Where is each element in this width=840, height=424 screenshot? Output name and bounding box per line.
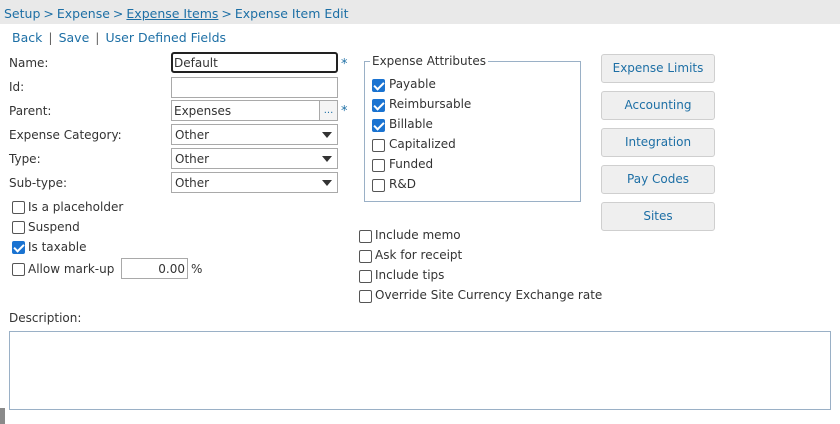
reimbursable-label: Reimbursable	[389, 97, 472, 111]
toolbar-separator: |	[48, 30, 53, 45]
include-tips-label: Include tips	[375, 268, 445, 282]
pay-codes-button[interactable]: Pay Codes	[601, 165, 715, 194]
type-select[interactable]: Other	[171, 148, 338, 169]
required-marker: *	[341, 57, 348, 72]
subtype-label: Sub-type:	[9, 176, 68, 190]
name-field[interactable]	[171, 52, 338, 73]
subtype-value: Other	[175, 176, 210, 190]
subtype-select[interactable]: Other	[171, 172, 338, 193]
parent-field[interactable]	[171, 100, 320, 121]
billable-label: Billable	[389, 117, 433, 131]
expense-category-value: Other	[175, 128, 210, 142]
accounting-button[interactable]: Accounting	[601, 91, 715, 120]
expense-category-select[interactable]: Other	[171, 124, 338, 145]
is-placeholder-checkbox[interactable]	[12, 201, 25, 214]
type-label: Type:	[9, 152, 41, 166]
include-memo-checkbox[interactable]	[359, 230, 372, 243]
description-textarea[interactable]	[9, 331, 831, 410]
breadcrumb-separator: >	[43, 6, 54, 21]
expense-attributes-legend: Expense Attributes	[370, 54, 488, 68]
description-label: Description:	[9, 311, 82, 325]
breadcrumb-expense[interactable]: Expense	[57, 6, 110, 21]
breadcrumb-current: Expense Item Edit	[234, 6, 349, 21]
rd-label: R&D	[389, 177, 416, 191]
override-exchange-rate-label: Override Site Currency Exchange rate	[375, 288, 603, 302]
override-exchange-rate-checkbox[interactable]	[359, 290, 372, 303]
is-taxable-label: Is taxable	[28, 240, 87, 254]
expense-limits-button[interactable]: Expense Limits	[601, 54, 715, 83]
sites-button[interactable]: Sites	[601, 202, 715, 231]
user-defined-fields-link[interactable]: User Defined Fields	[105, 30, 226, 45]
payable-label: Payable	[389, 77, 436, 91]
breadcrumb-separator: >	[221, 6, 232, 21]
breadcrumb: Setup > Expense > Expense Items > Expense Item…	[4, 6, 349, 21]
toolbar: Back | Save | User Defined Fields	[12, 30, 226, 45]
id-label: Id:	[9, 80, 25, 94]
payable-checkbox[interactable]	[372, 79, 385, 92]
integration-button[interactable]: Integration	[601, 128, 715, 157]
dropdown-arrow-icon	[322, 156, 332, 162]
markup-percent-field[interactable]	[121, 258, 188, 279]
parent-label: Parent:	[9, 104, 52, 118]
back-link[interactable]: Back	[12, 30, 42, 45]
ask-for-receipt-label: Ask for receipt	[375, 248, 463, 262]
percent-unit: %	[191, 262, 203, 276]
is-taxable-checkbox[interactable]	[12, 241, 25, 254]
funded-label: Funded	[389, 157, 434, 171]
dropdown-arrow-icon	[322, 132, 332, 138]
expense-category-label: Expense Category:	[9, 128, 122, 142]
rd-checkbox[interactable]	[372, 179, 385, 192]
is-placeholder-label: Is a placeholder	[28, 200, 124, 214]
capitalized-label: Capitalized	[389, 137, 456, 151]
billable-checkbox[interactable]	[372, 119, 385, 132]
toolbar-separator: |	[95, 30, 100, 45]
name-label: Name:	[9, 56, 49, 70]
parent-lookup-button[interactable]: ...	[319, 100, 338, 121]
funded-checkbox[interactable]	[372, 159, 385, 172]
type-value: Other	[175, 152, 210, 166]
capitalized-checkbox[interactable]	[372, 139, 385, 152]
required-marker: *	[341, 104, 348, 119]
allow-markup-checkbox[interactable]	[12, 263, 25, 276]
suspend-label: Suspend	[28, 220, 80, 234]
allow-markup-label: Allow mark-up	[28, 262, 115, 276]
include-memo-label: Include memo	[375, 228, 461, 242]
id-field[interactable]	[171, 77, 338, 98]
include-tips-checkbox[interactable]	[359, 270, 372, 283]
resize-handle	[0, 408, 5, 424]
breadcrumb-setup[interactable]: Setup	[4, 6, 40, 21]
reimbursable-checkbox[interactable]	[372, 99, 385, 112]
ask-for-receipt-checkbox[interactable]	[359, 250, 372, 263]
save-link[interactable]: Save	[59, 30, 90, 45]
suspend-checkbox[interactable]	[12, 221, 25, 234]
dropdown-arrow-icon	[322, 180, 332, 186]
breadcrumb-separator: >	[112, 6, 124, 21]
breadcrumb-expense-items[interactable]: Expense Items	[126, 6, 218, 21]
